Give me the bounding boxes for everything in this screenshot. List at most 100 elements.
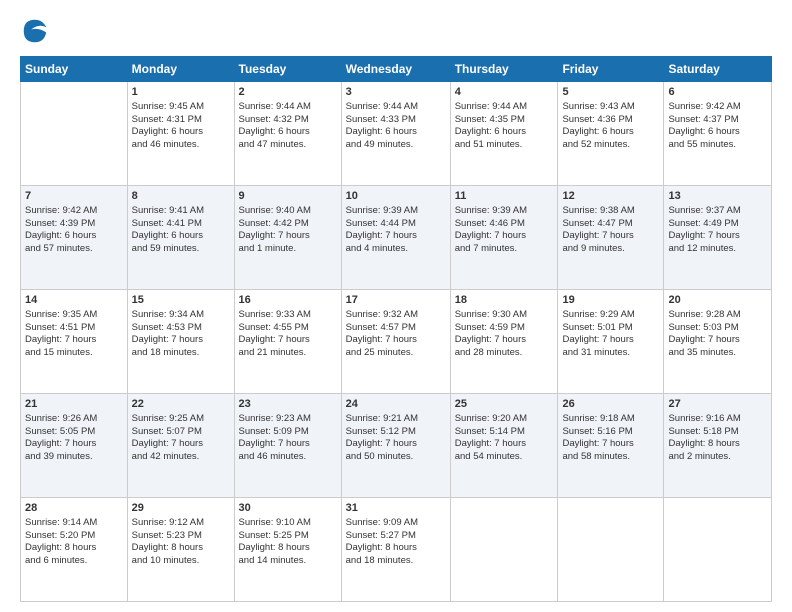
day-cell: 7Sunrise: 9:42 AM Sunset: 4:39 PM Daylig…: [21, 186, 128, 290]
day-info: Sunrise: 9:25 AM Sunset: 5:07 PM Dayligh…: [132, 413, 230, 464]
day-number: 6: [668, 85, 767, 100]
day-cell: 19Sunrise: 9:29 AM Sunset: 5:01 PM Dayli…: [558, 290, 664, 394]
col-header-wednesday: Wednesday: [341, 57, 450, 82]
day-cell: 22Sunrise: 9:25 AM Sunset: 5:07 PM Dayli…: [127, 394, 234, 498]
day-info: Sunrise: 9:34 AM Sunset: 4:53 PM Dayligh…: [132, 309, 230, 360]
day-number: 23: [239, 397, 337, 412]
week-row-4: 21Sunrise: 9:26 AM Sunset: 5:05 PM Dayli…: [21, 394, 772, 498]
day-number: 18: [455, 293, 554, 308]
day-number: 27: [668, 397, 767, 412]
day-cell: 17Sunrise: 9:32 AM Sunset: 4:57 PM Dayli…: [341, 290, 450, 394]
day-number: 24: [346, 397, 446, 412]
week-row-3: 14Sunrise: 9:35 AM Sunset: 4:51 PM Dayli…: [21, 290, 772, 394]
day-number: 29: [132, 501, 230, 516]
logo-icon: [20, 16, 50, 46]
day-info: Sunrise: 9:09 AM Sunset: 5:27 PM Dayligh…: [346, 517, 446, 568]
day-number: 17: [346, 293, 446, 308]
day-info: Sunrise: 9:29 AM Sunset: 5:01 PM Dayligh…: [562, 309, 659, 360]
day-cell: 8Sunrise: 9:41 AM Sunset: 4:41 PM Daylig…: [127, 186, 234, 290]
day-info: Sunrise: 9:42 AM Sunset: 4:37 PM Dayligh…: [668, 101, 767, 152]
day-number: 21: [25, 397, 123, 412]
day-cell: 1Sunrise: 9:45 AM Sunset: 4:31 PM Daylig…: [127, 82, 234, 186]
day-cell: 28Sunrise: 9:14 AM Sunset: 5:20 PM Dayli…: [21, 498, 128, 602]
col-header-friday: Friday: [558, 57, 664, 82]
day-info: Sunrise: 9:18 AM Sunset: 5:16 PM Dayligh…: [562, 413, 659, 464]
day-info: Sunrise: 9:28 AM Sunset: 5:03 PM Dayligh…: [668, 309, 767, 360]
week-row-5: 28Sunrise: 9:14 AM Sunset: 5:20 PM Dayli…: [21, 498, 772, 602]
day-cell: 6Sunrise: 9:42 AM Sunset: 4:37 PM Daylig…: [664, 82, 772, 186]
col-header-tuesday: Tuesday: [234, 57, 341, 82]
day-info: Sunrise: 9:39 AM Sunset: 4:44 PM Dayligh…: [346, 205, 446, 256]
day-cell: 30Sunrise: 9:10 AM Sunset: 5:25 PM Dayli…: [234, 498, 341, 602]
day-number: 14: [25, 293, 123, 308]
header-row: SundayMondayTuesdayWednesdayThursdayFrid…: [21, 57, 772, 82]
day-cell: [450, 498, 558, 602]
day-cell: 5Sunrise: 9:43 AM Sunset: 4:36 PM Daylig…: [558, 82, 664, 186]
day-number: 12: [562, 189, 659, 204]
day-info: Sunrise: 9:44 AM Sunset: 4:32 PM Dayligh…: [239, 101, 337, 152]
day-number: 8: [132, 189, 230, 204]
day-info: Sunrise: 9:40 AM Sunset: 4:42 PM Dayligh…: [239, 205, 337, 256]
day-info: Sunrise: 9:23 AM Sunset: 5:09 PM Dayligh…: [239, 413, 337, 464]
day-number: 25: [455, 397, 554, 412]
day-info: Sunrise: 9:33 AM Sunset: 4:55 PM Dayligh…: [239, 309, 337, 360]
day-cell: 14Sunrise: 9:35 AM Sunset: 4:51 PM Dayli…: [21, 290, 128, 394]
day-cell: 4Sunrise: 9:44 AM Sunset: 4:35 PM Daylig…: [450, 82, 558, 186]
logo: [20, 16, 54, 46]
day-cell: 2Sunrise: 9:44 AM Sunset: 4:32 PM Daylig…: [234, 82, 341, 186]
day-cell: 31Sunrise: 9:09 AM Sunset: 5:27 PM Dayli…: [341, 498, 450, 602]
header: [20, 16, 772, 46]
day-cell: [664, 498, 772, 602]
col-header-sunday: Sunday: [21, 57, 128, 82]
day-number: 11: [455, 189, 554, 204]
day-cell: 16Sunrise: 9:33 AM Sunset: 4:55 PM Dayli…: [234, 290, 341, 394]
day-info: Sunrise: 9:12 AM Sunset: 5:23 PM Dayligh…: [132, 517, 230, 568]
col-header-saturday: Saturday: [664, 57, 772, 82]
day-cell: 20Sunrise: 9:28 AM Sunset: 5:03 PM Dayli…: [664, 290, 772, 394]
day-number: 15: [132, 293, 230, 308]
day-cell: 21Sunrise: 9:26 AM Sunset: 5:05 PM Dayli…: [21, 394, 128, 498]
day-info: Sunrise: 9:44 AM Sunset: 4:35 PM Dayligh…: [455, 101, 554, 152]
day-cell: 11Sunrise: 9:39 AM Sunset: 4:46 PM Dayli…: [450, 186, 558, 290]
day-cell: 27Sunrise: 9:16 AM Sunset: 5:18 PM Dayli…: [664, 394, 772, 498]
day-cell: [21, 82, 128, 186]
calendar-table: SundayMondayTuesdayWednesdayThursdayFrid…: [20, 56, 772, 602]
day-info: Sunrise: 9:32 AM Sunset: 4:57 PM Dayligh…: [346, 309, 446, 360]
day-number: 26: [562, 397, 659, 412]
day-number: 16: [239, 293, 337, 308]
day-info: Sunrise: 9:16 AM Sunset: 5:18 PM Dayligh…: [668, 413, 767, 464]
day-info: Sunrise: 9:45 AM Sunset: 4:31 PM Dayligh…: [132, 101, 230, 152]
day-number: 31: [346, 501, 446, 516]
day-number: 30: [239, 501, 337, 516]
day-info: Sunrise: 9:38 AM Sunset: 4:47 PM Dayligh…: [562, 205, 659, 256]
day-info: Sunrise: 9:37 AM Sunset: 4:49 PM Dayligh…: [668, 205, 767, 256]
day-number: 9: [239, 189, 337, 204]
day-info: Sunrise: 9:10 AM Sunset: 5:25 PM Dayligh…: [239, 517, 337, 568]
day-number: 7: [25, 189, 123, 204]
day-cell: 24Sunrise: 9:21 AM Sunset: 5:12 PM Dayli…: [341, 394, 450, 498]
week-row-2: 7Sunrise: 9:42 AM Sunset: 4:39 PM Daylig…: [21, 186, 772, 290]
day-info: Sunrise: 9:43 AM Sunset: 4:36 PM Dayligh…: [562, 101, 659, 152]
day-cell: 26Sunrise: 9:18 AM Sunset: 5:16 PM Dayli…: [558, 394, 664, 498]
week-row-1: 1Sunrise: 9:45 AM Sunset: 4:31 PM Daylig…: [21, 82, 772, 186]
day-cell: 12Sunrise: 9:38 AM Sunset: 4:47 PM Dayli…: [558, 186, 664, 290]
day-number: 13: [668, 189, 767, 204]
day-cell: 15Sunrise: 9:34 AM Sunset: 4:53 PM Dayli…: [127, 290, 234, 394]
day-cell: 10Sunrise: 9:39 AM Sunset: 4:44 PM Dayli…: [341, 186, 450, 290]
day-info: Sunrise: 9:39 AM Sunset: 4:46 PM Dayligh…: [455, 205, 554, 256]
day-number: 3: [346, 85, 446, 100]
day-info: Sunrise: 9:20 AM Sunset: 5:14 PM Dayligh…: [455, 413, 554, 464]
day-number: 5: [562, 85, 659, 100]
day-number: 19: [562, 293, 659, 308]
day-info: Sunrise: 9:42 AM Sunset: 4:39 PM Dayligh…: [25, 205, 123, 256]
col-header-thursday: Thursday: [450, 57, 558, 82]
day-number: 28: [25, 501, 123, 516]
day-info: Sunrise: 9:41 AM Sunset: 4:41 PM Dayligh…: [132, 205, 230, 256]
day-number: 10: [346, 189, 446, 204]
day-number: 22: [132, 397, 230, 412]
day-info: Sunrise: 9:26 AM Sunset: 5:05 PM Dayligh…: [25, 413, 123, 464]
day-number: 1: [132, 85, 230, 100]
day-info: Sunrise: 9:14 AM Sunset: 5:20 PM Dayligh…: [25, 517, 123, 568]
day-cell: 3Sunrise: 9:44 AM Sunset: 4:33 PM Daylig…: [341, 82, 450, 186]
day-cell: 9Sunrise: 9:40 AM Sunset: 4:42 PM Daylig…: [234, 186, 341, 290]
